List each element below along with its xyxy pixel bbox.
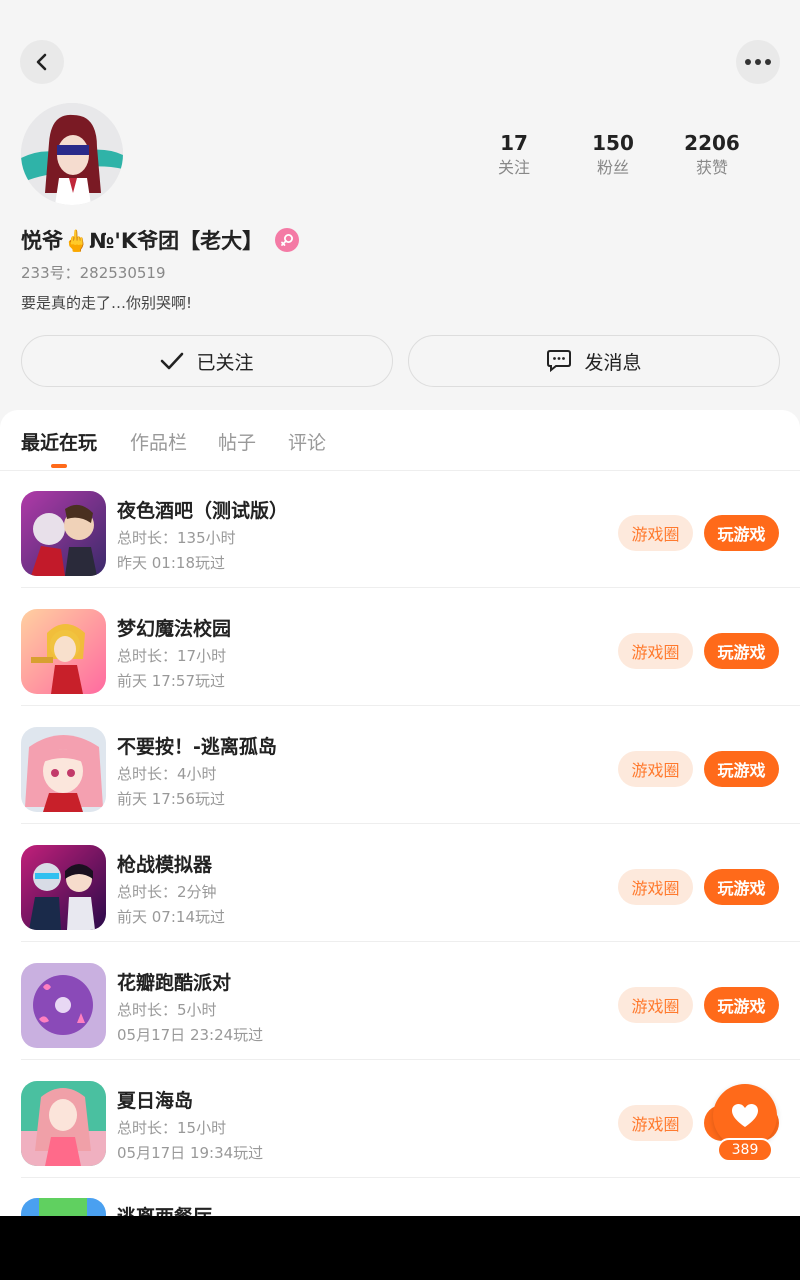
list-item[interactable]: 夏日海岛 总时长：15小时 05月17日 19:34玩过 游戏圈 玩游戏 <box>21 1060 800 1178</box>
followed-button[interactable]: 已关注 <box>21 335 393 387</box>
check-icon <box>161 352 184 370</box>
more-dots-icon <box>745 59 771 65</box>
chat-bubble-icon <box>547 350 572 373</box>
stat-fans[interactable]: 150 粉丝 <box>568 130 658 180</box>
game-icon <box>21 1198 106 1216</box>
stat-label: 关注 <box>497 158 530 177</box>
tab-recent[interactable]: 最近在玩 <box>21 428 97 455</box>
profile-bio: 要是真的走了…你别哭啊! <box>21 294 193 312</box>
game-title: 梦幻魔法校园 <box>117 618 232 640</box>
game-title: 逃离西餐厅 <box>117 1202 212 1216</box>
game-circle-button[interactable]: 游戏圈 <box>618 515 693 551</box>
top-bar <box>0 0 800 120</box>
tab-bar: 最近在玩 作品栏 帖子 评论 <box>0 410 800 471</box>
list-item[interactable]: 不要按！-逃离孤岛 总时长：4小时 前天 17:56玩过 游戏圈 玩游戏 <box>21 706 800 824</box>
heart-icon <box>732 1104 758 1127</box>
profile-uid: 233号：282530519 <box>21 264 166 282</box>
play-game-button[interactable]: 玩游戏 <box>704 987 779 1023</box>
list-item[interactable]: 枪战模拟器 总时长：2分钟 前天 07:14玩过 游戏圈 玩游戏 <box>21 824 800 942</box>
tab-works[interactable]: 作品栏 <box>130 428 187 455</box>
content-panel: 最近在玩 作品栏 帖子 评论 夜色酒吧（测试版） 总时长：135小时 昨天 01… <box>0 410 800 1216</box>
back-button[interactable] <box>20 40 64 84</box>
stat-label: 获赞 <box>695 158 728 177</box>
game-icon <box>21 845 106 930</box>
chevron-left-icon <box>36 53 47 71</box>
game-icon <box>21 1081 106 1166</box>
stat-following[interactable]: 17 关注 <box>469 130 559 180</box>
game-duration: 总时长：15小时 <box>117 1119 227 1137</box>
game-duration: 总时长：17小时 <box>117 647 227 665</box>
game-icon <box>21 963 106 1048</box>
game-last-played: 05月17日 23:24玩过 <box>117 1026 264 1044</box>
followed-label: 已关注 <box>196 351 254 374</box>
more-button[interactable] <box>736 40 780 84</box>
game-list: 夜色酒吧（测试版） 总时长：135小时 昨天 01:18玩过 游戏圈 玩游戏 梦… <box>0 470 800 1216</box>
game-title: 枪战模拟器 <box>117 854 213 876</box>
game-icon <box>21 727 106 812</box>
game-icon <box>21 491 106 576</box>
list-item[interactable]: 夜色酒吧（测试版） 总时长：135小时 昨天 01:18玩过 游戏圈 玩游戏 <box>21 470 800 588</box>
game-title: 不要按！-逃离孤岛 <box>117 736 277 758</box>
game-duration: 总时长：4小时 <box>117 765 217 783</box>
avatar-image <box>21 103 123 205</box>
list-item[interactable]: 花瓣跑酷派对 总时长：5小时 05月17日 23:24玩过 游戏圈 玩游戏 <box>21 942 800 1060</box>
avatar[interactable] <box>21 103 123 205</box>
game-last-played: 前天 17:56玩过 <box>117 790 225 808</box>
stat-likes[interactable]: 2206 获赞 <box>667 130 757 180</box>
game-last-played: 05月17日 19:34玩过 <box>117 1144 264 1162</box>
game-last-played: 前天 17:57玩过 <box>117 672 225 690</box>
game-title: 夏日海岛 <box>117 1090 194 1112</box>
stat-number: 2206 <box>684 131 740 155</box>
tab-comments[interactable]: 评论 <box>288 428 326 455</box>
stat-label: 粉丝 <box>596 158 629 177</box>
profile-name: 悦爷🖕№'K爷团【老大】 <box>21 229 264 253</box>
play-game-button[interactable]: 玩游戏 <box>704 633 779 669</box>
game-title: 花瓣跑酷派对 <box>117 972 232 994</box>
play-game-button[interactable]: 玩游戏 <box>704 515 779 551</box>
message-label: 发消息 <box>584 351 642 374</box>
game-circle-button[interactable]: 游戏圈 <box>618 1105 693 1141</box>
play-game-button[interactable]: 玩游戏 <box>704 869 779 905</box>
send-message-button[interactable]: 发消息 <box>408 335 780 387</box>
system-navigation-bar <box>0 1216 800 1280</box>
gender-female-icon <box>275 228 300 252</box>
play-game-button[interactable]: 玩游戏 <box>704 751 779 787</box>
stat-number: 17 <box>500 131 528 155</box>
like-count-badge: 389 <box>717 1138 773 1162</box>
active-tab-indicator <box>51 464 67 468</box>
tab-posts[interactable]: 帖子 <box>218 428 256 455</box>
game-circle-button[interactable]: 游戏圈 <box>618 633 693 669</box>
name-row: 悦爷🖕№'K爷团【老大】 <box>21 224 300 256</box>
game-circle-button[interactable]: 游戏圈 <box>618 869 693 905</box>
game-title: 夜色酒吧（测试版） <box>117 500 289 522</box>
game-last-played: 昨天 01:18玩过 <box>117 554 225 572</box>
game-circle-button[interactable]: 游戏圈 <box>618 987 693 1023</box>
stat-number: 150 <box>592 131 634 155</box>
game-duration: 总时长：5小时 <box>117 1001 217 1019</box>
game-duration: 总时长：2分钟 <box>117 883 217 901</box>
list-item[interactable]: 逃离西餐厅 <box>21 1178 800 1216</box>
profile-stats: 17 关注 150 粉丝 2206 获赞 <box>470 130 770 190</box>
game-duration: 总时长：135小时 <box>117 529 236 547</box>
game-circle-button[interactable]: 游戏圈 <box>618 751 693 787</box>
game-icon <box>21 609 106 694</box>
list-item[interactable]: 梦幻魔法校园 总时长：17小时 前天 17:57玩过 游戏圈 玩游戏 <box>21 588 800 706</box>
game-last-played: 前天 07:14玩过 <box>117 908 225 926</box>
